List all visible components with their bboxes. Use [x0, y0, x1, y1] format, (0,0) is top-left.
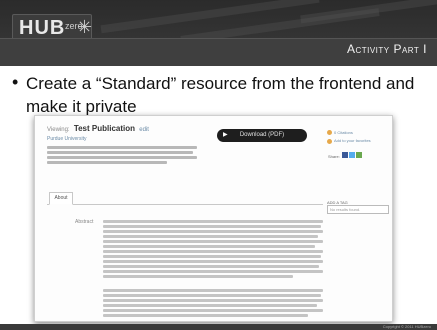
- text-line: [103, 314, 308, 317]
- publication-description: [47, 144, 197, 166]
- text-line: [103, 265, 319, 268]
- tab-about[interactable]: About: [49, 192, 73, 205]
- facebook-icon[interactable]: [341, 151, 348, 158]
- text-line: [103, 220, 323, 223]
- download-label: Download (PDF): [239, 132, 285, 138]
- logo-text: HUB: [19, 17, 66, 39]
- abstract-label: Abstract: [75, 219, 94, 225]
- text-line: [103, 260, 323, 263]
- abstract-text: [103, 218, 323, 319]
- text-line: [103, 294, 321, 297]
- tab-bar: About: [47, 192, 323, 205]
- edit-link[interactable]: edit: [139, 127, 149, 133]
- text-line: [103, 299, 323, 302]
- text-line: [103, 235, 318, 238]
- publication-title: Test Publication: [73, 124, 136, 133]
- share-label: Share:: [328, 153, 340, 159]
- text-line: [103, 240, 323, 243]
- text-line: [47, 156, 197, 159]
- text-line: [47, 161, 167, 164]
- bullet-list: • Create a “Standard” resource from the …: [12, 72, 426, 118]
- citations-link[interactable]: 0 Citations: [327, 130, 387, 136]
- slide-footer: [0, 324, 437, 330]
- share-icon[interactable]: [355, 151, 362, 158]
- favorites-link[interactable]: Add to your favorites: [327, 138, 387, 144]
- text-line: [103, 270, 323, 273]
- text-line: [103, 289, 323, 292]
- bullet-text: Create a “Standard” resource from the fr…: [26, 74, 415, 116]
- text-line: [103, 309, 323, 312]
- slide-title: Activity Part I: [346, 42, 427, 56]
- spark-icon: ✳: [77, 17, 93, 37]
- embedded-screenshot: Viewing: Test Publication edit Purdue Un…: [34, 115, 393, 322]
- title-prefix: Viewing:: [47, 127, 70, 133]
- citation-icon: [327, 130, 332, 136]
- publication-subtitle: Purdue University: [47, 136, 87, 142]
- sidebar-links: 0 Citations Add to your favorites Share:: [327, 130, 387, 159]
- text-line: [103, 275, 293, 278]
- share-row: Share:: [327, 151, 387, 159]
- bullet-icon: •: [12, 72, 19, 92]
- text-line: [103, 225, 321, 228]
- copyright-text: Copyright © 2011 HUBzero: [382, 324, 431, 329]
- citations-label: 0 Citations: [334, 130, 353, 135]
- download-button[interactable]: ▶ Download (PDF): [217, 129, 307, 142]
- favorites-label: Add to your favorites: [334, 138, 371, 144]
- text-line: [103, 230, 323, 233]
- publication-title-row: Viewing: Test Publication edit: [47, 124, 149, 133]
- text-line: [47, 146, 197, 149]
- tag-box: ADD A TAG No results found.: [327, 200, 389, 214]
- download-icon: ▶: [223, 132, 228, 138]
- text-line: [47, 151, 193, 154]
- favorite-icon: [327, 138, 332, 144]
- twitter-icon[interactable]: [348, 151, 355, 158]
- tag-input[interactable]: No results found.: [327, 205, 389, 214]
- header-streak: [300, 0, 437, 24]
- text-line: [103, 250, 323, 253]
- text-line: [103, 255, 321, 258]
- text-line: [103, 304, 317, 307]
- text-line: [103, 245, 315, 248]
